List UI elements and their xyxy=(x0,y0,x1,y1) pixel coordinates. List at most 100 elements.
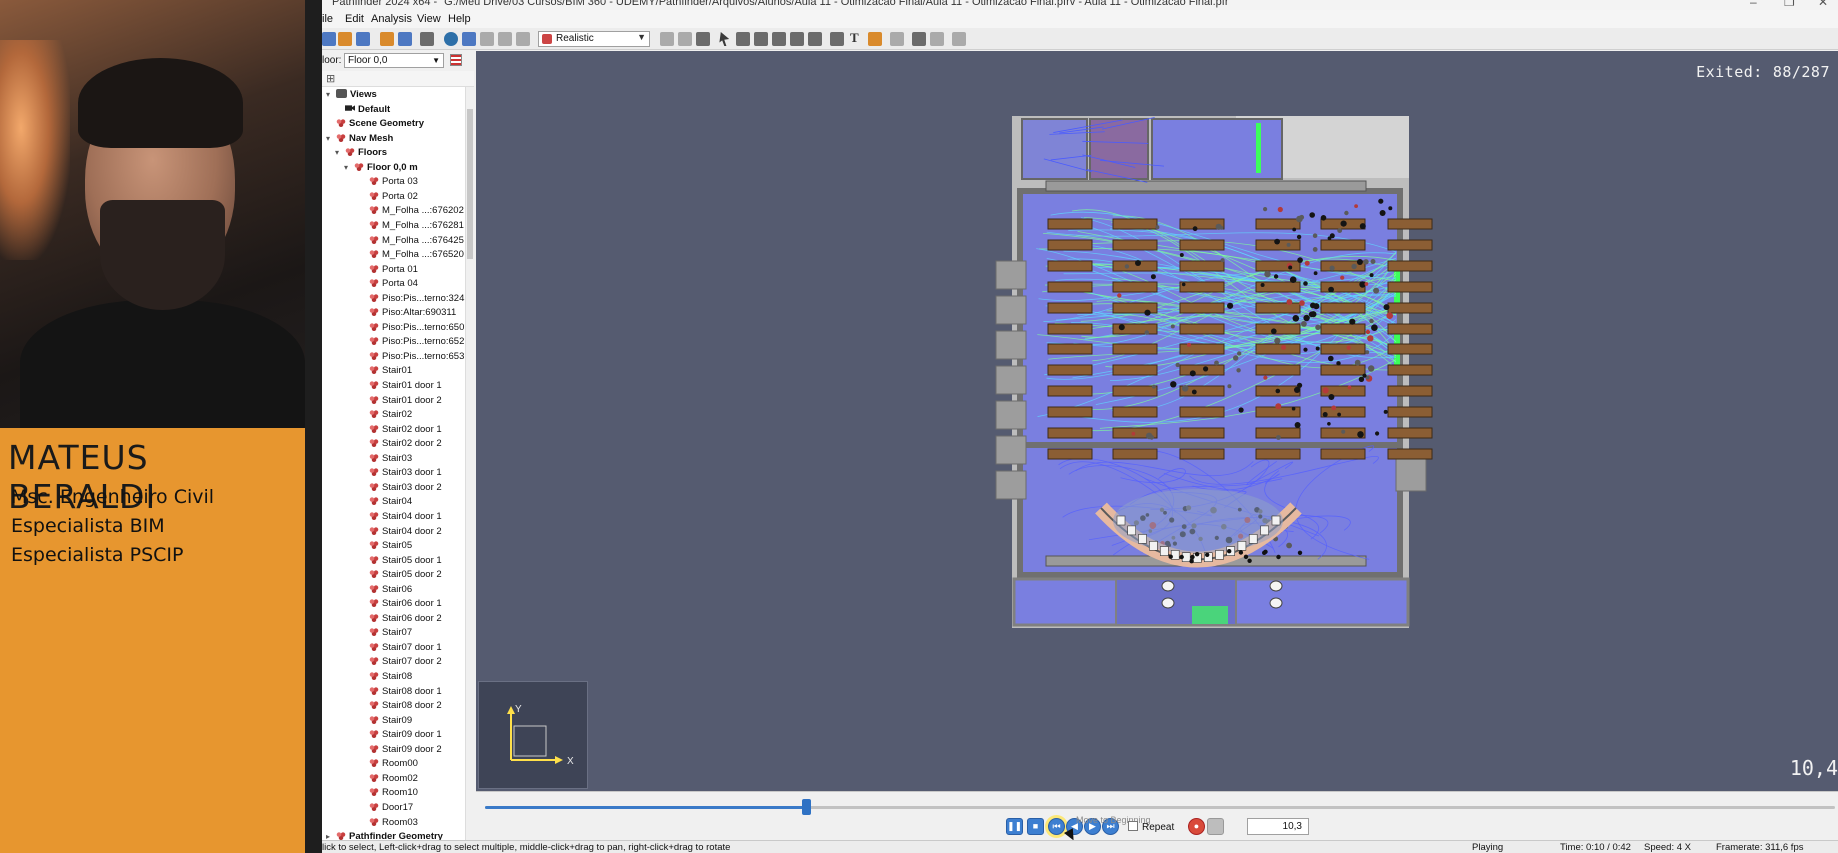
tree-item[interactable]: Door17 xyxy=(359,801,413,815)
maximize-icon[interactable]: ❐ xyxy=(1784,0,1795,9)
3d-viewport[interactable]: Exited: 88/287 10,4 Y X xyxy=(476,51,1838,791)
refresh-icon[interactable] xyxy=(420,32,434,46)
stop-record-icon[interactable] xyxy=(1207,818,1224,835)
save-icon[interactable] xyxy=(356,32,370,46)
toggle-mesh-icon[interactable] xyxy=(678,32,692,46)
floor-settings-icon[interactable] xyxy=(450,54,462,66)
crosshair-icon[interactable] xyxy=(912,32,926,46)
close-icon[interactable]: ✕ xyxy=(1818,0,1828,9)
timeline-slider[interactable] xyxy=(485,799,1835,815)
tree-item[interactable]: ▾ Floor 0,0 m xyxy=(344,161,418,175)
tree-item[interactable]: Stair01 xyxy=(359,364,412,378)
tree-item[interactable]: Porta 04 xyxy=(359,277,418,291)
stop-icon[interactable]: ■ xyxy=(1027,818,1044,835)
tree-item[interactable]: Room00 xyxy=(359,757,418,771)
minimize-icon[interactable]: – xyxy=(1750,0,1757,9)
tree-item[interactable]: M_Folha ...:676281 xyxy=(359,219,464,233)
tree-item[interactable]: Porta 01 xyxy=(359,263,418,277)
tree-item[interactable]: Piso:Pis...terno:324 xyxy=(359,292,464,306)
tree-item[interactable]: Stair08 xyxy=(359,670,412,684)
tree-item[interactable]: Stair08 door 1 xyxy=(359,685,442,699)
tree-item[interactable]: Stair01 door 2 xyxy=(359,394,442,408)
tree-item[interactable]: Stair09 xyxy=(359,714,412,728)
tree-item[interactable]: Stair03 door 1 xyxy=(359,466,442,480)
menu-analysis[interactable]: Analysis xyxy=(371,13,412,25)
expand-arrow-icon[interactable]: ▾ xyxy=(326,132,336,146)
tree-item[interactable]: Room10 xyxy=(359,786,418,800)
zoom-icon[interactable] xyxy=(790,32,804,46)
tree-item[interactable]: Piso:Pis...terno:652 xyxy=(359,335,464,349)
open-results-icon[interactable] xyxy=(380,32,394,46)
tree-item[interactable]: Porta 02 xyxy=(359,190,418,204)
expand-arrow-icon[interactable]: ▾ xyxy=(344,161,354,175)
clone-icon[interactable] xyxy=(498,32,512,46)
move-to-beginning-icon[interactable]: ⏮ xyxy=(1048,818,1065,835)
export-icon[interactable] xyxy=(398,32,412,46)
tree-item[interactable]: Stair05 xyxy=(359,539,412,553)
select-pointer-icon[interactable] xyxy=(719,32,730,46)
new-file-icon[interactable] xyxy=(322,32,336,46)
tree-item[interactable]: Stair05 door 1 xyxy=(359,554,442,568)
tree-item[interactable]: Stair07 xyxy=(359,626,412,640)
tree-item[interactable]: Stair07 door 2 xyxy=(359,655,442,669)
tree-item[interactable]: M_Folha ...:676202 xyxy=(359,204,464,218)
preferences-icon[interactable] xyxy=(952,32,966,46)
tree-item[interactable]: Stair04 door 1 xyxy=(359,510,442,524)
menu-edit[interactable]: Edit xyxy=(345,13,364,25)
expand-arrow-icon[interactable]: ▾ xyxy=(326,88,336,102)
tree-item[interactable]: ▾ Views xyxy=(326,88,377,102)
tree-item[interactable]: Stair09 door 2 xyxy=(359,743,442,757)
tree-item[interactable]: Stair06 xyxy=(359,583,412,597)
open-folder-icon[interactable] xyxy=(338,32,352,46)
expand-arrow-icon[interactable]: ▾ xyxy=(335,146,345,160)
tree-item[interactable]: M_Folha ...:676425 xyxy=(359,234,464,248)
tree-item[interactable]: Stair05 door 2 xyxy=(359,568,442,582)
camera-view-icon[interactable] xyxy=(444,32,458,46)
tree-item[interactable]: M_Folha ...:676520 xyxy=(359,248,464,262)
window-icon[interactable] xyxy=(516,32,530,46)
expand-all-icon[interactable]: ⊞ xyxy=(326,72,335,85)
building-model[interactable] xyxy=(476,51,1838,791)
toggle-geometry-icon[interactable] xyxy=(660,32,674,46)
tree-item[interactable]: Piso:Pis...terno:653 xyxy=(359,350,464,364)
tree-item[interactable]: Room03 xyxy=(359,816,418,830)
tree-item[interactable]: Stair06 door 1 xyxy=(359,597,442,611)
show-paths-icon[interactable] xyxy=(696,32,710,46)
tree-item[interactable]: ▾ Nav Mesh xyxy=(326,132,393,146)
repeat-checkbox[interactable] xyxy=(1128,821,1138,831)
pause-icon[interactable]: ❚❚ xyxy=(1006,818,1023,835)
settings-gear-icon[interactable] xyxy=(868,32,882,46)
tree-item[interactable]: Stair07 door 1 xyxy=(359,641,442,655)
tree-item[interactable]: Stair01 door 1 xyxy=(359,379,442,393)
tree-item[interactable]: Stair04 door 2 xyxy=(359,525,442,539)
tree-item[interactable]: Stair03 door 2 xyxy=(359,481,442,495)
tree-item[interactable]: Room02 xyxy=(359,772,418,786)
layout-icon[interactable] xyxy=(480,32,494,46)
tree-item[interactable]: ▾ Floors xyxy=(335,146,387,160)
collapse-arrow-icon[interactable]: ▸ xyxy=(326,830,336,840)
orbit-icon[interactable] xyxy=(736,32,750,46)
text-annotation-icon[interactable]: T xyxy=(850,30,864,45)
timeline-handle[interactable] xyxy=(802,799,812,815)
playback-speed-input[interactable]: 10,3 xyxy=(1247,818,1309,835)
menu-file[interactable]: ile xyxy=(322,13,333,25)
tree-item[interactable]: Porta 03 xyxy=(359,175,418,189)
bounds-icon[interactable] xyxy=(930,32,944,46)
copy-view-icon[interactable] xyxy=(462,32,476,46)
tree-scrollbar[interactable] xyxy=(465,87,474,840)
tree-item[interactable]: Stair06 door 2 xyxy=(359,612,442,626)
tree-item[interactable]: Stair02 xyxy=(359,408,412,422)
walk-icon[interactable] xyxy=(754,32,768,46)
tree-item[interactable]: Stair02 door 2 xyxy=(359,437,442,451)
tree-item[interactable]: ▸ Pathfinder Geometry xyxy=(326,830,443,840)
menu-help[interactable]: Help xyxy=(448,13,471,25)
tree-item[interactable]: Stair08 door 2 xyxy=(359,699,442,713)
tree-item[interactable]: Piso:Pis...terno:650 xyxy=(359,321,464,335)
tree-item[interactable]: Stair02 door 1 xyxy=(359,423,442,437)
measure-icon[interactable] xyxy=(830,32,844,46)
scrollbar-thumb[interactable] xyxy=(467,109,473,259)
record-icon[interactable]: ● xyxy=(1188,818,1205,835)
tree-item[interactable]: Stair04 xyxy=(359,495,412,509)
tree-item[interactable]: Stair09 door 1 xyxy=(359,728,442,742)
tree-item[interactable]: Stair03 xyxy=(359,452,412,466)
